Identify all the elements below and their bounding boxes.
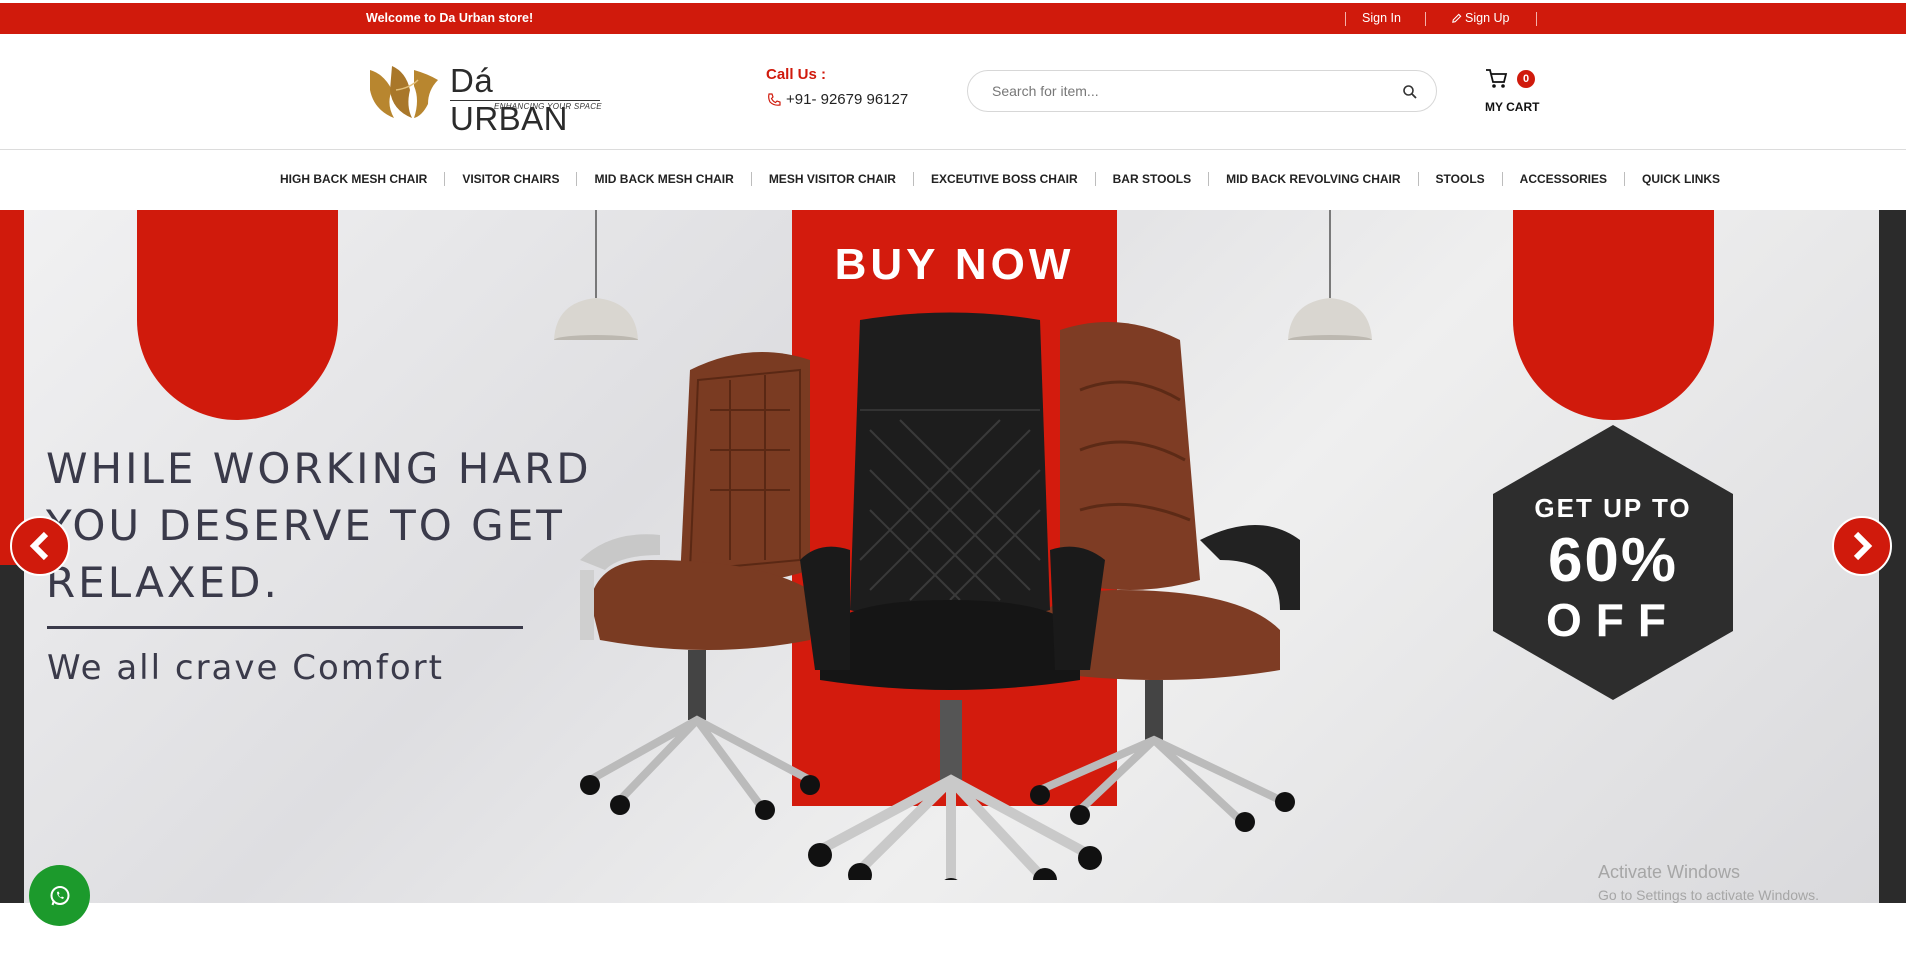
cart[interactable]: 0 MY CART [1485,66,1545,116]
logo[interactable]: Dá URBAN ENHANCING YOUR SPACE [366,60,606,137]
red-pill-shape-right [1513,210,1714,420]
offer-badge: GET UP TO 60% OFF [1493,425,1733,700]
search-input[interactable] [992,81,1392,101]
phone-number-text: +91- 92679 96127 [786,91,909,108]
logo-tagline: ENHANCING YOUR SPACE [494,102,602,111]
cart-label: MY CART [1485,100,1540,114]
nav-item-mesh-visitor-chair[interactable]: MESH VISITOR CHAIR [752,172,914,186]
sign-up-label: Sign Up [1465,11,1510,25]
cart-count-badge: 0 [1517,70,1535,88]
carousel-prev-button[interactable] [10,516,70,576]
banner-edge-left-dark [0,565,24,903]
divider [1536,12,1537,26]
nav-item-visitor-chairs[interactable]: VISITOR CHAIRS [445,172,578,186]
hero-headline: WHILE WORKING HARD YOU DESERVE TO GET RE… [46,444,592,607]
nav-item-quick-links[interactable]: QUICK LINKS [1625,172,1737,186]
divider [1345,12,1346,26]
phone-icon [768,92,781,106]
buy-now-heading: BUY NOW [834,240,1075,289]
site-header: Dá URBAN ENHANCING YOUR SPACE Call Us : … [0,34,1906,150]
watermark-line-1: Activate Windows [1598,862,1741,882]
red-pill-shape-left [137,210,338,420]
call-us-block: Call Us : +91- 92679 96127 [766,66,908,108]
hero-subline: We all crave Comfort [47,648,444,688]
chevron-left-icon [29,531,49,561]
phone-number[interactable]: +91- 92679 96127 [766,91,908,108]
nav-item-bar-stools[interactable]: BAR STOOLS [1096,172,1210,186]
logo-emblem-icon [370,66,438,118]
logo-rule [450,100,600,101]
nav-item-accessories[interactable]: ACCESSORIES [1503,172,1626,186]
offer-percent: 60% [1547,526,1679,595]
carousel-next-button[interactable] [1832,516,1892,576]
nav-item-high-back-mesh-chair[interactable]: HIGH BACK MESH CHAIR [263,172,446,186]
windows-activation-watermark: Activate Windows Go to Settings to activ… [1598,862,1819,903]
headline-divider [47,626,523,629]
divider [1425,12,1426,26]
nav-list: HIGH BACK MESH CHAIR VISITOR CHAIRS MID … [263,172,1737,186]
hero-banner[interactable]: BUY NOW WHILE WORKING HARD YOU DESERVE T… [0,210,1906,903]
cart-icon [1486,69,1508,88]
offer-line-3: OFF [1546,594,1680,646]
search-icon[interactable] [1402,84,1418,100]
offer-line-1: GET UP TO [1534,493,1692,523]
top-bar: Welcome to Da Urban store! Sign In Sign … [0,3,1906,34]
watermark-line-2: Go to Settings to activate Windows. [1598,887,1819,903]
welcome-message: Welcome to Da Urban store! [366,11,534,25]
chevron-right-icon [1853,531,1873,561]
whatsapp-button[interactable] [29,865,90,926]
call-us-label: Call Us : [766,66,827,83]
nav-item-mid-back-revolving-chair[interactable]: MID BACK REVOLVING CHAIR [1209,172,1419,186]
office-chairs-image [580,312,1300,880]
whatsapp-icon [50,885,69,905]
search-bar [967,70,1437,112]
nav-item-stools[interactable]: STOOLS [1419,172,1503,186]
sign-up-link[interactable]: Sign Up [1451,11,1509,25]
sign-in-link[interactable]: Sign In [1362,11,1401,25]
nav-item-mid-back-mesh-chair[interactable]: MID BACK MESH CHAIR [577,172,752,186]
pencil-icon [1452,13,1462,23]
nav-item-executive-boss-chair[interactable]: EXCEUTIVE BOSS CHAIR [914,172,1096,186]
banner-edge-left [0,210,24,565]
main-nav: HIGH BACK MESH CHAIR VISITOR CHAIRS MID … [0,150,1906,210]
